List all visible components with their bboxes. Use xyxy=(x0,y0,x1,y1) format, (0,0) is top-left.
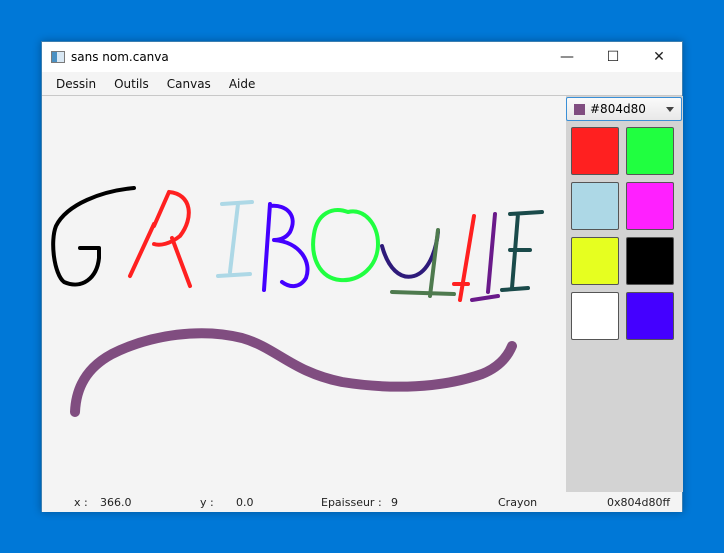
menu-aide[interactable]: Aide xyxy=(229,77,256,91)
tool-name: Crayon xyxy=(498,496,538,509)
selected-color-label: #804d80 xyxy=(590,102,646,116)
x-label: x : xyxy=(74,496,88,509)
drawing-svg xyxy=(51,186,544,417)
stroke-i2 xyxy=(452,214,476,302)
maximize-button[interactable]: ☐ xyxy=(590,42,636,72)
title-bar[interactable]: sans nom.canva — ☐ ✕ xyxy=(42,42,682,72)
swatch-green[interactable] xyxy=(626,127,674,175)
swatch-red[interactable] xyxy=(571,127,619,175)
app-window: sans nom.canva — ☐ ✕ Dessin Outils Canva… xyxy=(41,41,683,512)
menu-dessin[interactable]: Dessin xyxy=(56,77,96,91)
color-picker-dropdown[interactable]: #804d80 xyxy=(566,97,682,121)
stroke-wave xyxy=(70,328,517,417)
window-controls: — ☐ ✕ xyxy=(544,42,682,72)
menu-canvas[interactable]: Canvas xyxy=(167,77,211,91)
x-value: 366.0 xyxy=(100,496,132,509)
thickness-label: Epaisseur : xyxy=(321,496,382,509)
selected-color-swatch xyxy=(574,103,585,115)
stroke-o xyxy=(311,208,380,283)
stroke-r xyxy=(128,190,192,288)
color-palette: #804d80 xyxy=(566,96,683,492)
menu-bar: Dessin Outils Canvas Aide xyxy=(42,72,682,96)
minimize-icon: — xyxy=(560,49,574,65)
chevron-down-icon xyxy=(666,107,674,112)
stroke-u xyxy=(380,230,440,279)
stroke-g xyxy=(51,186,136,287)
drawing-canvas[interactable] xyxy=(42,96,566,492)
color-hex: 0x804d80ff xyxy=(607,496,671,509)
minimize-button[interactable]: — xyxy=(544,42,590,72)
stroke-l2 xyxy=(470,212,500,302)
swatch-white[interactable] xyxy=(571,292,619,340)
close-button[interactable]: ✕ xyxy=(636,42,682,72)
menu-outils[interactable]: Outils xyxy=(114,77,149,91)
maximize-icon: ☐ xyxy=(606,49,620,65)
swatch-blue[interactable] xyxy=(626,292,674,340)
stroke-b xyxy=(262,202,310,292)
status-bar: x : 366.0 y : 0.0 Epaisseur : 9 Crayon 0… xyxy=(42,492,682,512)
app-icon xyxy=(51,51,65,63)
swatch-light-blue[interactable] xyxy=(571,182,619,230)
swatch-yellow[interactable] xyxy=(571,237,619,285)
close-icon: ✕ xyxy=(653,49,665,65)
y-label: y : xyxy=(200,496,214,509)
thickness-value: 9 xyxy=(391,496,398,509)
stroke-l1 xyxy=(390,228,456,298)
window-title: sans nom.canva xyxy=(71,50,169,64)
swatch-black[interactable] xyxy=(626,237,674,285)
swatch-magenta[interactable] xyxy=(626,182,674,230)
y-value: 0.0 xyxy=(236,496,254,509)
stroke-e xyxy=(500,210,544,292)
stroke-i xyxy=(216,200,254,278)
